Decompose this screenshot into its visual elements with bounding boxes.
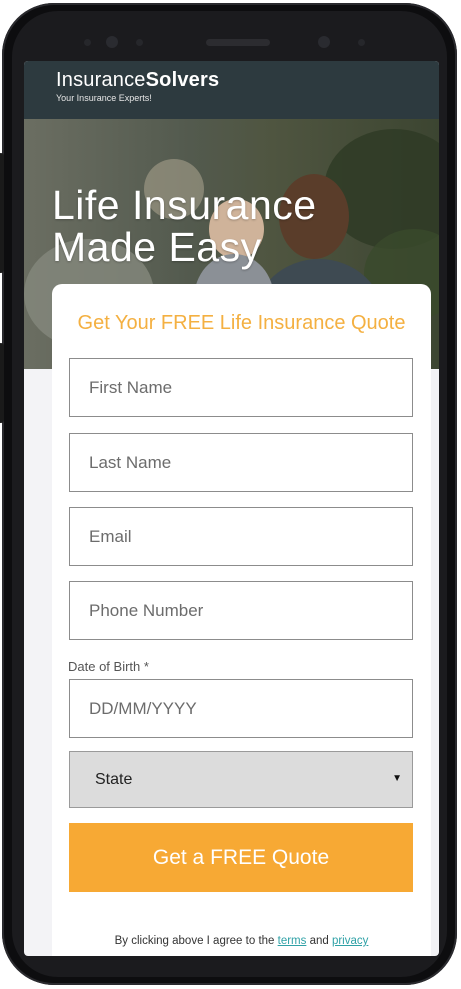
brand-logo[interactable]: InsuranceSolvers (56, 69, 219, 92)
hero-title-line-2: Made Easy (52, 224, 262, 270)
hero-title-line-1: Life Insurance (52, 182, 317, 228)
front-sensor-icon (358, 39, 365, 46)
email-input[interactable] (70, 508, 412, 565)
phone-screen: InsuranceSolvers Your Insurance Experts!… (24, 61, 439, 956)
ambient-sensor-icon (136, 39, 143, 46)
privacy-link[interactable]: privacy (332, 935, 368, 947)
phone-side-button-lower (0, 343, 4, 423)
dob-input[interactable] (70, 680, 412, 737)
state-select[interactable]: State ▼ (69, 751, 413, 808)
brand-name-light: Insurance (56, 69, 146, 91)
email-field (69, 507, 413, 566)
proximity-sensor-icon (84, 39, 91, 46)
brand-tagline: Your Insurance Experts! (56, 93, 152, 103)
first-name-input[interactable] (70, 359, 412, 416)
dob-label: Date of Birth * (68, 659, 149, 674)
brand-name-bold: Solvers (145, 69, 220, 91)
hero-title: Life Insurance Made Easy (52, 184, 317, 268)
form-heading: Get Your FREE Life Insurance Quote (77, 312, 406, 334)
phone-side-button-upper (0, 153, 4, 273)
legal-prefix: By clicking above I agree to the (114, 935, 278, 947)
get-quote-button[interactable]: Get a FREE Quote (69, 823, 413, 892)
brand-header: InsuranceSolvers Your Insurance Experts! (24, 61, 439, 119)
state-select-value: State (95, 771, 133, 788)
last-name-input[interactable] (70, 434, 412, 491)
terms-link[interactable]: terms (278, 935, 307, 947)
iris-scanner-icon (318, 36, 330, 48)
phone-input[interactable] (70, 582, 412, 639)
legal-disclaimer: By clicking above I agree to the terms a… (52, 935, 431, 947)
phone-field (69, 581, 413, 640)
front-camera-icon (106, 36, 118, 48)
first-name-field (69, 358, 413, 417)
dob-field (69, 679, 413, 738)
phone-frame: InsuranceSolvers Your Insurance Experts!… (0, 3, 457, 985)
last-name-field (69, 433, 413, 492)
earpiece-speaker (206, 39, 270, 46)
legal-and: and (306, 935, 332, 947)
quote-form-card: Get Your FREE Life Insurance Quote Date … (52, 284, 431, 956)
caret-down-icon: ▼ (392, 773, 402, 784)
